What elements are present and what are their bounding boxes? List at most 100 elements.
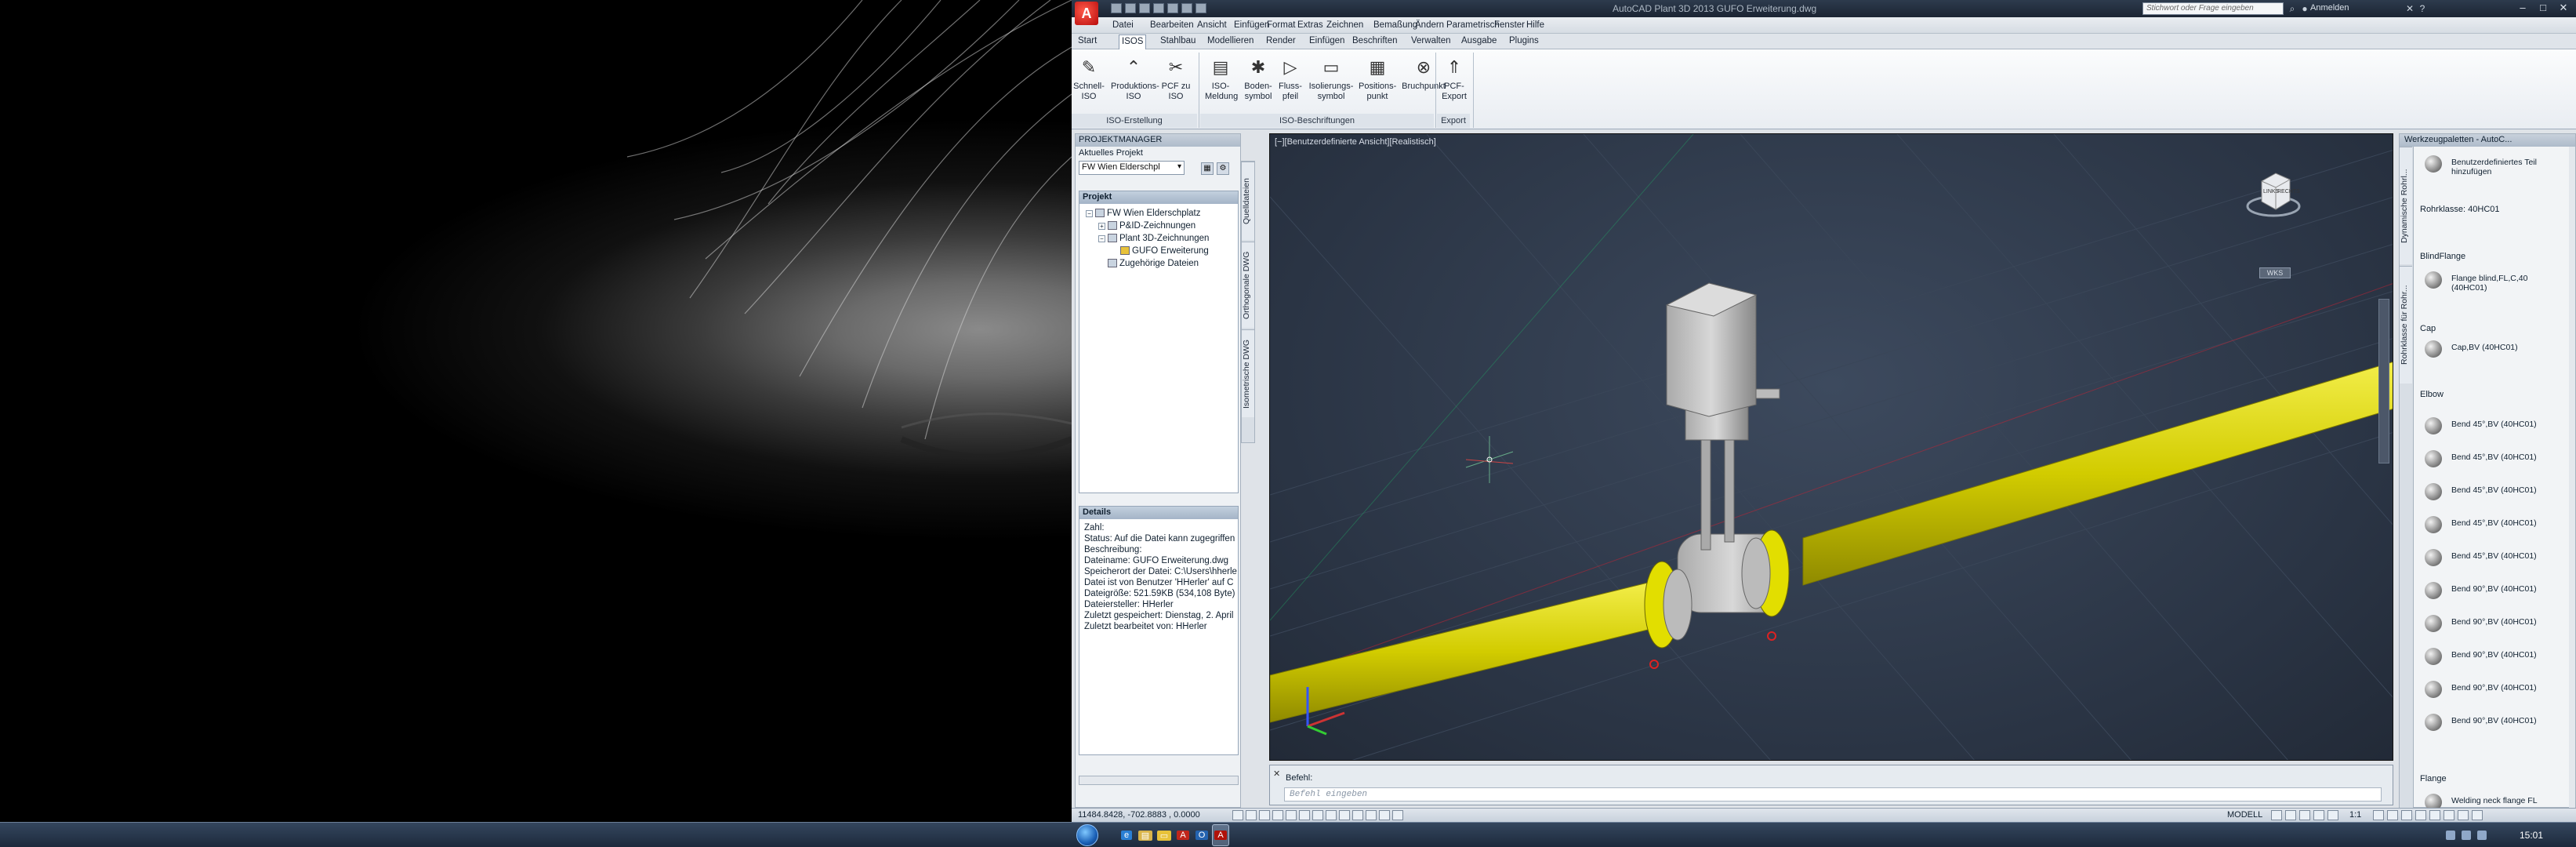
open-icon[interactable]: [1125, 3, 1136, 13]
menu-item-0[interactable]: Datei: [1112, 20, 1134, 30]
viewcube[interactable]: LINKS RECHTS: [2246, 165, 2301, 220]
plot-icon[interactable]: [1167, 3, 1178, 13]
status-tool-button[interactable]: [2458, 810, 2469, 820]
status-tool-button[interactable]: [2327, 810, 2338, 820]
palette-item[interactable]: Bend 90°,BV (40HC01): [2451, 650, 2537, 660]
status-toggle-button[interactable]: [1352, 810, 1363, 820]
tray-network-icon[interactable]: [2446, 831, 2455, 840]
menu-item-6[interactable]: Zeichnen: [1326, 20, 1363, 30]
project-tools-icon[interactable]: ⚙: [1217, 162, 1229, 175]
pm-vertical-tab-2[interactable]: Isometrische DWG: [1242, 329, 1254, 417]
status-toggle-button[interactable]: [1326, 810, 1337, 820]
tree-node[interactable]: Zugehörige Dateien: [1086, 257, 1232, 270]
user-icon[interactable]: ●: [2299, 3, 2310, 14]
help-search-input[interactable]: Stichwort oder Frage eingeben: [2142, 2, 2284, 15]
explorer-icon[interactable]: ▤: [1137, 824, 1154, 846]
status-tool-button[interactable]: [2373, 810, 2384, 820]
status-tool-button[interactable]: [2415, 810, 2426, 820]
search-icon[interactable]: ⌕: [2287, 3, 2298, 14]
close-button[interactable]: ✕: [2553, 1, 2574, 15]
ribbon-button-1[interactable]: ⌃ Produktions- ISO: [1111, 54, 1159, 102]
tab-2[interactable]: Stahlbau: [1158, 36, 1198, 45]
tray-flag-icon[interactable]: [2477, 831, 2487, 840]
status-toggle-button[interactable]: [1232, 810, 1243, 820]
save-icon[interactable]: [1139, 3, 1150, 13]
tree-expander[interactable]: −: [1086, 210, 1093, 217]
pipe-part-icon[interactable]: [2425, 714, 2442, 731]
pipe-part-icon[interactable]: [2425, 271, 2442, 289]
status-toggle-button[interactable]: [1299, 810, 1310, 820]
menu-item-8[interactable]: Ändern: [1415, 20, 1444, 30]
pipe-part-icon[interactable]: [2425, 648, 2442, 665]
pipe-part-icon[interactable]: [2425, 340, 2442, 358]
ribbon-button-3[interactable]: ▤ ISO- Meldung: [1205, 54, 1238, 102]
pipe-part-icon[interactable]: [2425, 549, 2442, 566]
palette-item[interactable]: Flange blind,FL,C,40 (40HC01): [2451, 274, 2527, 293]
start-button[interactable]: [1076, 824, 1098, 846]
ribbon-button-7[interactable]: ▦ Positions- punkt: [1359, 54, 1396, 102]
tree-node[interactable]: − FW Wien Elderschplatz: [1086, 207, 1232, 220]
tab-5[interactable]: Einfügen: [1307, 36, 1347, 45]
current-project-dropdown[interactable]: FW Wien Elderschpl: [1079, 161, 1185, 175]
minimize-button[interactable]: ‒: [2513, 1, 2533, 15]
tab-8[interactable]: Ausgabe: [1459, 36, 1499, 45]
menu-item-7[interactable]: Bemaßung: [1373, 20, 1417, 30]
palette-vertical-tab-0[interactable]: Dynamische Rohrl...: [2400, 147, 2412, 264]
model-space-button[interactable]: MODELL: [2227, 810, 2262, 820]
palette-item[interactable]: Bend 90°,BV (40HC01): [2451, 683, 2537, 693]
redo-icon[interactable]: [1195, 3, 1206, 13]
viewcube-right-label[interactable]: RECHTS: [2277, 189, 2300, 194]
tool-palette-scrollbar[interactable]: [2569, 147, 2575, 809]
tree-node-label[interactable]: Zugehörige Dateien: [1119, 259, 1199, 268]
ribbon-button-9[interactable]: ⇑ PCF- Export: [1439, 54, 1470, 102]
menu-item-10[interactable]: Fenster: [1494, 20, 1525, 30]
palette-item[interactable]: Bend 45°,BV (40HC01): [2451, 518, 2537, 528]
status-tool-button[interactable]: [2387, 810, 2398, 820]
palette-vertical-tab-1[interactable]: Rohrklasse für Rohr...: [2400, 266, 2412, 384]
tree-expander[interactable]: −: [1098, 235, 1105, 242]
pipe-part-icon[interactable]: [2425, 681, 2442, 698]
annotation-scale[interactable]: 1:1: [2349, 810, 2361, 820]
tab-9[interactable]: Plugins: [1507, 36, 1541, 45]
menu-item-3[interactable]: Einfügen: [1234, 20, 1269, 30]
pm-vertical-tab-1[interactable]: Orthogonale DWG: [1242, 242, 1254, 328]
tab-0[interactable]: Start: [1076, 36, 1099, 45]
status-toggle-button[interactable]: [1379, 810, 1390, 820]
ie-icon[interactable]: e: [1118, 824, 1135, 846]
undo-icon[interactable]: [1181, 3, 1192, 13]
tab-4[interactable]: Render: [1264, 36, 1298, 45]
ribbon-button-6[interactable]: ▭ Isolierungs- symbol: [1307, 54, 1355, 102]
pipe-part-icon[interactable]: [2425, 483, 2442, 500]
ribbon-button-5[interactable]: ▷ Fluss- pfeil: [1277, 54, 1304, 102]
menu-item-1[interactable]: Bearbeiten: [1150, 20, 1194, 30]
palette-item[interactable]: Bend 45°,BV (40HC01): [2451, 485, 2537, 495]
3d-viewport[interactable]: [−][Benutzerdefinierte Ansicht][Realisti…: [1269, 133, 2393, 761]
status-tool-button[interactable]: [2313, 810, 2324, 820]
pipe-part-icon[interactable]: [2425, 516, 2442, 533]
tree-node-label[interactable]: FW Wien Elderschplatz: [1107, 209, 1201, 218]
status-toggle-button[interactable]: [1366, 810, 1377, 820]
status-toggle-button[interactable]: [1259, 810, 1270, 820]
menu-item-2[interactable]: Ansicht: [1197, 20, 1227, 30]
horizontal-scrollbar[interactable]: [1079, 776, 1239, 785]
status-tool-button[interactable]: [2444, 810, 2454, 820]
new-icon[interactable]: [1111, 3, 1122, 13]
menu-item-9[interactable]: Parametrisch: [1446, 20, 1500, 30]
status-tool-button[interactable]: [2472, 810, 2483, 820]
status-toggle-button[interactable]: [1246, 810, 1257, 820]
tab-7[interactable]: Verwalten: [1409, 36, 1453, 45]
pipe-part-icon[interactable]: [2425, 417, 2442, 434]
ribbon-button-0[interactable]: ✎ Schnell- ISO: [1073, 54, 1105, 102]
ribbon-button-2[interactable]: ✂ PCF zu ISO: [1159, 54, 1192, 102]
status-tool-button[interactable]: [2271, 810, 2282, 820]
menu-item-5[interactable]: Extras: [1297, 20, 1323, 30]
tree-expander[interactable]: +: [1098, 223, 1105, 230]
tab-6[interactable]: Beschriften: [1350, 36, 1400, 45]
palette-item[interactable]: Benutzerdefiniertes Teil hinzufügen: [2451, 158, 2537, 176]
tree-node-label[interactable]: P&ID-Zeichnungen: [1119, 221, 1195, 231]
command-close-icon[interactable]: ✕: [1273, 769, 1280, 779]
menu-item-11[interactable]: Hilfe: [1526, 20, 1544, 30]
palette-item[interactable]: Bend 45°,BV (40HC01): [2451, 453, 2537, 462]
tab-1[interactable]: ISOS: [1119, 35, 1147, 49]
palette-item[interactable]: Bend 90°,BV (40HC01): [2451, 617, 2537, 627]
